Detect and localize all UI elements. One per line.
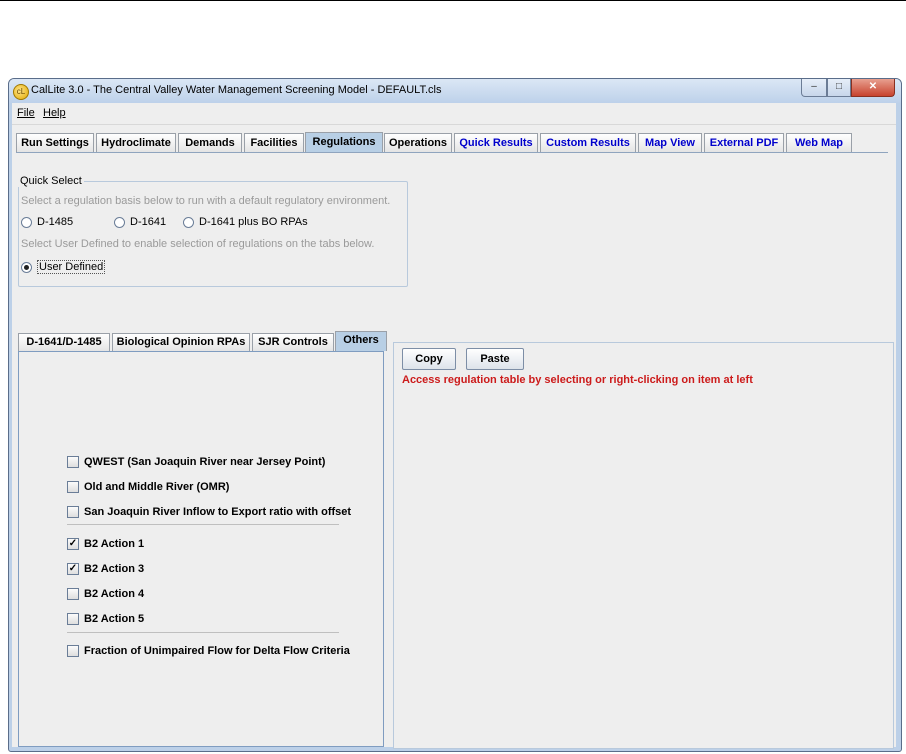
others-panel: QWEST (San Joaquin River near Jersey Poi… <box>18 351 384 747</box>
checkbox-b2-action-5-label: B2 Action 5 <box>84 613 145 625</box>
checkbox-b2-action-4-label: B2 Action 4 <box>84 588 145 600</box>
checkbox-unimpaired-flow-fraction-label: Fraction of Unimpaired Flow for Delta Fl… <box>84 645 350 657</box>
checkbox-omr-label: Old and Middle River (OMR) <box>84 481 230 493</box>
tab-facilities[interactable]: Facilities <box>244 133 304 152</box>
regulation-table-panel: Copy Paste Access regulation table by se… <box>393 342 894 749</box>
checkmark-icon: ✓ <box>67 538 79 550</box>
quick-select-title: Quick Select <box>18 175 84 187</box>
regulation-table-hint: Access regulation table by selecting or … <box>402 374 753 386</box>
menu-bar: File Help <box>12 103 896 123</box>
radio-d1641-bo-rpas-label: D-1641 plus BO RPAs <box>199 216 308 228</box>
checkbox-b2-action-1[interactable]: ✓ B2 Action 1 <box>67 538 144 550</box>
checkbox-icon <box>67 645 79 657</box>
tab-regulations[interactable]: Regulations <box>305 132 383 153</box>
subtab-d1641-d1485[interactable]: D-1641/D-1485 <box>18 333 110 351</box>
maximize-icon[interactable]: □ <box>827 79 851 97</box>
tab-strip-rule <box>16 152 888 153</box>
radio-d1485[interactable]: D-1485 <box>21 216 73 228</box>
tab-run-settings[interactable]: Run Settings <box>16 133 94 152</box>
radio-d1641-label: D-1641 <box>130 216 167 228</box>
tab-demands[interactable]: Demands <box>178 133 242 152</box>
radio-user-defined[interactable]: User Defined <box>21 260 106 274</box>
subtab-biological-opinion-rpas[interactable]: Biological Opinion RPAs <box>112 333 250 351</box>
tab-external-pdf[interactable]: External PDF <box>704 133 784 152</box>
copy-button[interactable]: Copy <box>402 348 456 370</box>
checkbox-unimpaired-flow-fraction[interactable]: Fraction of Unimpaired Flow for Delta Fl… <box>67 645 350 657</box>
minimize-icon[interactable]: – <box>801 79 827 97</box>
checkbox-icon <box>67 481 79 493</box>
tab-hydroclimate[interactable]: Hydroclimate <box>96 133 176 152</box>
checkbox-b2-action-1-label: B2 Action 1 <box>84 538 145 550</box>
radio-user-defined-label: User Defined <box>37 260 106 274</box>
checkbox-group-separator <box>67 524 339 525</box>
menu-help-label: Help <box>43 107 66 119</box>
paste-button[interactable]: Paste <box>466 348 524 370</box>
subtab-sjr-controls[interactable]: SJR Controls <box>252 333 334 351</box>
checkbox-b2-action-5[interactable]: B2 Action 5 <box>67 613 144 625</box>
tab-quick-results[interactable]: Quick Results <box>454 133 538 152</box>
quick-select-hint-user-defined: Select User Defined to enable selection … <box>21 238 375 250</box>
checkbox-qwest[interactable]: QWEST (San Joaquin River near Jersey Poi… <box>67 456 325 468</box>
radio-off-icon <box>114 216 125 228</box>
checkbox-icon <box>67 456 79 468</box>
tab-operations[interactable]: Operations <box>384 133 452 152</box>
checkmark-icon: ✓ <box>67 563 79 575</box>
radio-d1641[interactable]: D-1641 <box>114 216 166 228</box>
checkbox-qwest-label: QWEST (San Joaquin River near Jersey Poi… <box>84 456 326 468</box>
title-bar[interactable]: cL CalLite 3.0 - The Central Valley Wate… <box>9 79 901 103</box>
checkbox-sjr-inflow-export-label: San Joaquin River Inflow to Export ratio… <box>84 506 352 518</box>
tab-map-view[interactable]: Map View <box>638 133 702 152</box>
tab-web-map[interactable]: Web Map <box>786 133 852 152</box>
client-area: File Help Run Settings Hydroclimate Dema… <box>12 103 896 749</box>
radio-off-icon <box>183 216 194 228</box>
radio-d1641-bo-rpas[interactable]: D-1641 plus BO RPAs <box>183 216 308 228</box>
checkbox-icon <box>67 613 79 625</box>
checkbox-group-separator <box>67 632 339 633</box>
checkbox-omr[interactable]: Old and Middle River (OMR) <box>67 481 229 493</box>
quick-select-hint-basis: Select a regulation basis below to run w… <box>21 195 391 207</box>
checkbox-icon <box>67 588 79 600</box>
checkbox-b2-action-4[interactable]: B2 Action 4 <box>67 588 144 600</box>
checkbox-sjr-inflow-export[interactable]: San Joaquin River Inflow to Export ratio… <box>67 506 351 518</box>
checkbox-icon <box>67 506 79 518</box>
menu-help[interactable]: Help <box>43 107 66 119</box>
radio-d1485-label: D-1485 <box>37 216 74 228</box>
app-window: cL CalLite 3.0 - The Central Valley Wate… <box>8 78 902 752</box>
subtab-others[interactable]: Others <box>335 331 387 351</box>
menu-separator <box>12 124 896 125</box>
window-controls: – □ ✕ <box>801 79 895 97</box>
checkbox-b2-action-3[interactable]: ✓ B2 Action 3 <box>67 563 144 575</box>
tab-custom-results[interactable]: Custom Results <box>540 133 636 152</box>
close-icon[interactable]: ✕ <box>851 79 895 97</box>
window-title: CalLite 3.0 - The Central Valley Water M… <box>31 84 442 96</box>
radio-off-icon <box>21 216 32 228</box>
menu-file[interactable]: File <box>17 107 35 119</box>
callite-app-icon: cL <box>13 84 29 100</box>
checkbox-b2-action-3-label: B2 Action 3 <box>84 563 145 575</box>
page-top-rule <box>0 0 906 1</box>
radio-on-icon <box>21 261 32 273</box>
